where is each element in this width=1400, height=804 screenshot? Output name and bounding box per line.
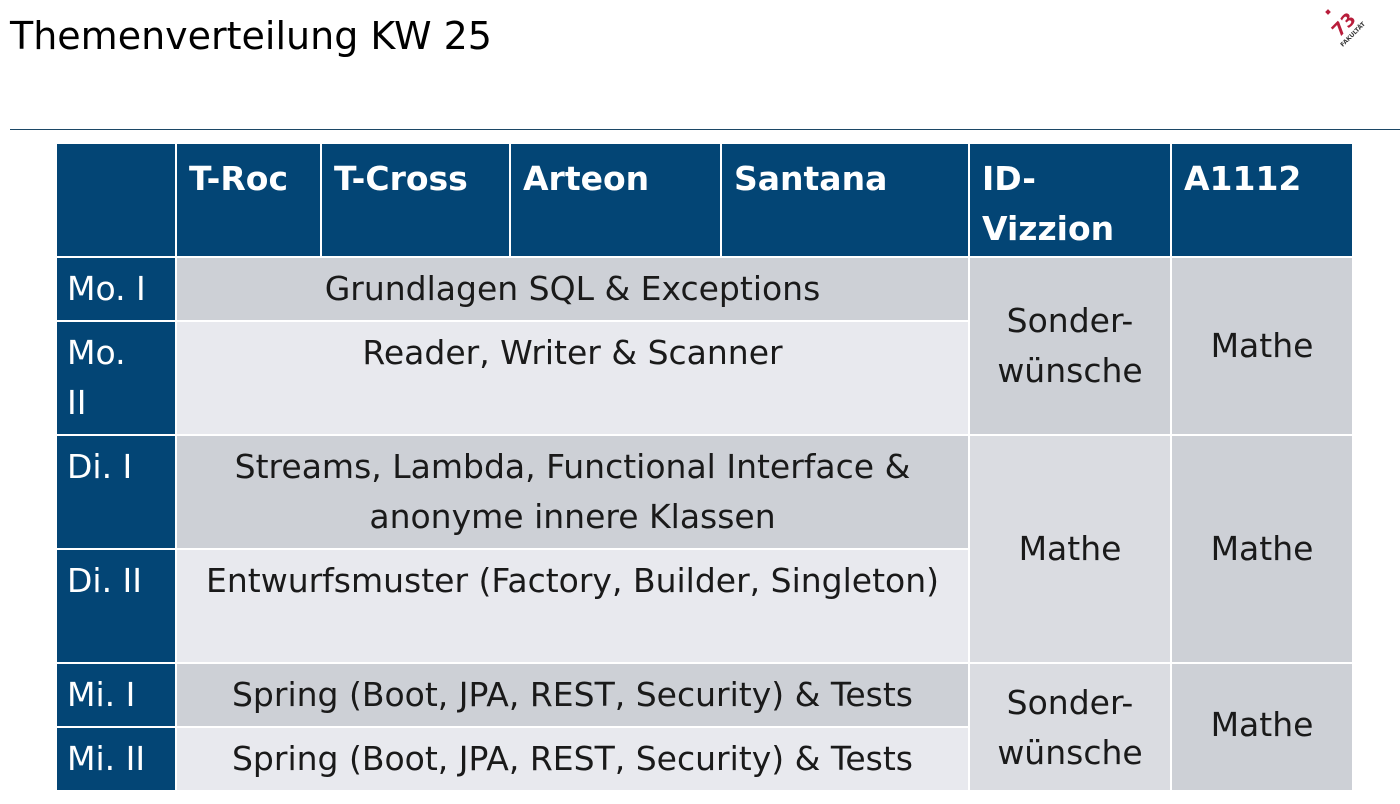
id-vizzion-mi: Sonder- wünsche: [970, 664, 1170, 790]
title-divider: [10, 129, 1400, 130]
row-label-mo-1: Mo. I: [57, 258, 175, 320]
header-arteon: Arteon: [511, 144, 720, 256]
row-label-mi-2: Mi. II: [57, 728, 175, 790]
row-label-di-2: Di. II: [57, 550, 175, 662]
topic-di-2: Entwurfsmuster (Factory, Builder, Single…: [177, 550, 968, 662]
header-t-roc: T-Roc: [177, 144, 320, 256]
a1112-di: Mathe: [1172, 436, 1352, 662]
schedule-table: T-Roc T-Cross Arteon Santana ID- Vizzion…: [57, 144, 1352, 804]
a1112-mo: Mathe: [1172, 258, 1352, 434]
topic-mo-2: Reader, Writer & Scanner: [177, 322, 968, 434]
topic-mi-2: Spring (Boot, JPA, REST, Security) & Tes…: [177, 728, 968, 790]
id-vizzion-mo: Sonder- wünsche: [970, 258, 1170, 434]
topic-mi-1: Spring (Boot, JPA, REST, Security) & Tes…: [177, 664, 968, 726]
header-corner: [57, 144, 175, 256]
topic-mo-1: Grundlagen SQL & Exceptions: [177, 258, 968, 320]
row-label-mi-1: Mi. I: [57, 664, 175, 726]
header-a1112: A1112: [1172, 144, 1352, 256]
header-santana: Santana: [722, 144, 968, 256]
row-label-mo-2: Mo. II: [57, 322, 175, 434]
faculty-logo: 73 FAKULTÄT: [1325, 9, 1368, 49]
topic-di-1: Streams, Lambda, Functional Interface & …: [177, 436, 968, 548]
header-id-vizzion: ID- Vizzion: [970, 144, 1170, 256]
header-t-cross: T-Cross: [322, 144, 509, 256]
a1112-mi: Mathe: [1172, 664, 1352, 790]
page-title: Themenverteilung KW 25: [10, 14, 492, 58]
id-vizzion-di: Mathe: [970, 436, 1170, 662]
row-label-di-1: Di. I: [57, 436, 175, 548]
